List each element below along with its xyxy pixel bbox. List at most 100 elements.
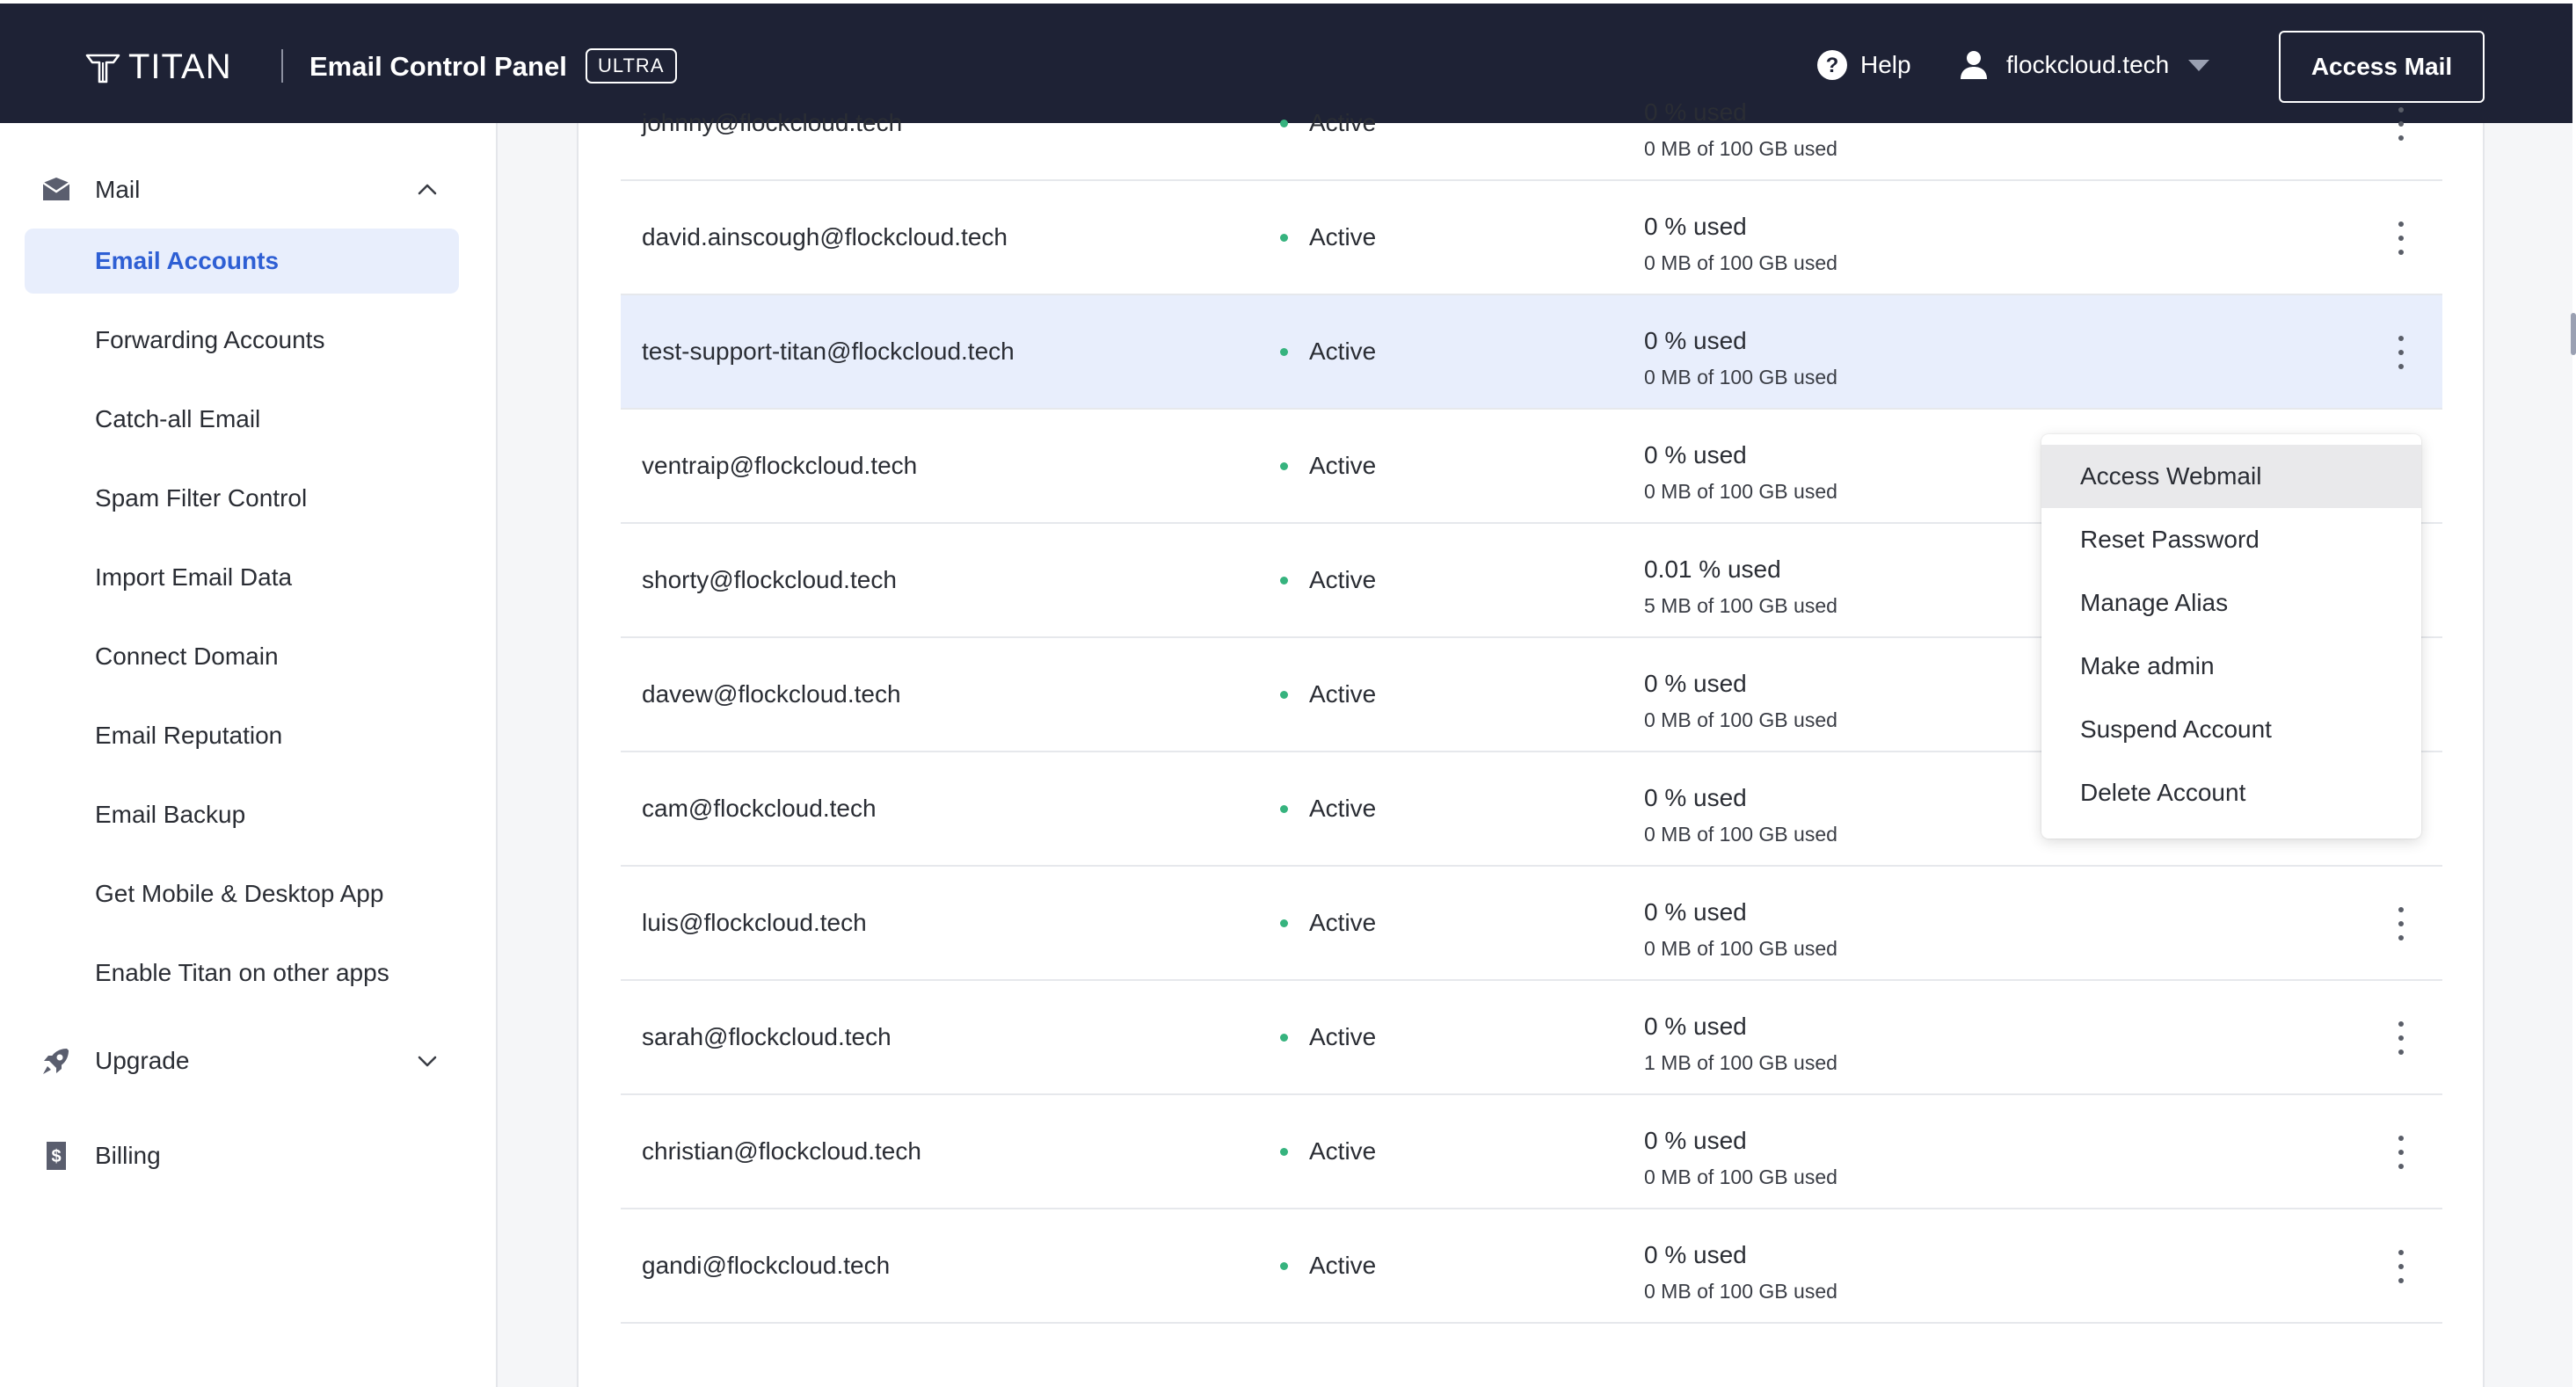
more-options-icon[interactable]: [2391, 221, 2411, 255]
account-email: johnny@flockcloud.tech: [642, 109, 903, 136]
titan-logo-icon: [85, 54, 120, 83]
account-email: christian@flockcloud.tech: [642, 1137, 921, 1165]
sidebar-item-label: Connect Domain: [95, 643, 279, 670]
sidebar-item-label: Email Reputation: [95, 722, 283, 749]
window-edge: [2572, 0, 2576, 1387]
status-badge: Active: [1280, 295, 1376, 408]
menu-item-access-webmail[interactable]: Access Webmail: [2041, 445, 2421, 508]
usage-percent: 0 % used: [1644, 213, 1747, 240]
sidebar-item-get-apps[interactable]: Get Mobile & Desktop App: [25, 861, 459, 926]
account-email: shorty@flockcloud.tech: [642, 566, 897, 593]
header-divider: [281, 49, 283, 83]
usage-detail: 0 MB of 100 GB used: [1644, 1166, 1837, 1188]
status-dot-icon: [1280, 1033, 1288, 1042]
status-badge: Active: [1280, 638, 1376, 751]
account-email: luis@flockcloud.tech: [642, 909, 867, 936]
status-badge: Active: [1280, 1209, 1376, 1322]
svg-text:$: $: [51, 1147, 61, 1166]
usage-percent: 0 % used: [1644, 327, 1747, 354]
table-row[interactable]: sarah@flockcloud.tech Active 0 % used 1 …: [621, 981, 2442, 1095]
mail-icon: [42, 178, 70, 200]
more-options-icon[interactable]: [2391, 907, 2411, 940]
sidebar-item-enable-titan-other-apps[interactable]: Enable Titan on other apps: [25, 940, 459, 1006]
menu-item-reset-password[interactable]: Reset Password: [2041, 508, 2421, 571]
usage-detail: 0 MB of 100 GB used: [1644, 137, 1837, 160]
table-row[interactable]: david.ainscough@flockcloud.tech Active 0…: [621, 181, 2442, 295]
sidebar-item-email-backup[interactable]: Email Backup: [25, 782, 459, 847]
menu-item-make-admin[interactable]: Make admin: [2041, 635, 2421, 698]
usage-detail: 0 MB of 100 GB used: [1644, 251, 1837, 274]
table-row[interactable]: luis@flockcloud.tech Active 0 % used 0 M…: [621, 867, 2442, 981]
status-dot-icon: [1280, 919, 1288, 927]
sidebar-item-label: Forwarding Accounts: [95, 326, 325, 353]
menu-item-manage-alias[interactable]: Manage Alias: [2041, 571, 2421, 635]
usage-percent: 0 % used: [1644, 1241, 1747, 1268]
usage-detail: 1 MB of 100 GB used: [1644, 1051, 1837, 1074]
scrollbar-thumb[interactable]: [2571, 313, 2576, 355]
status-badge: Active: [1280, 867, 1376, 979]
sidebar-item-label: Email Backup: [95, 801, 246, 828]
status-dot-icon: [1280, 690, 1288, 699]
usage-percent: 0 % used: [1644, 98, 1747, 126]
sidebar-group-mail[interactable]: Mail: [0, 155, 498, 225]
titan-logo[interactable]: TITAN: [84, 47, 232, 87]
status-dot-icon: [1280, 347, 1288, 356]
account-actions-menu: Access Webmail Reset Password Manage Ali…: [2041, 434, 2421, 839]
status-dot-icon: [1280, 576, 1288, 585]
sidebar-item-label: Spam Filter Control: [95, 484, 308, 512]
usage-detail: 0 MB of 100 GB used: [1644, 1280, 1837, 1303]
billing-icon: $: [47, 1142, 66, 1170]
status-dot-icon: [1280, 233, 1288, 242]
sidebar-item-label: Import Email Data: [95, 563, 293, 591]
status-badge: Active: [1280, 181, 1376, 294]
sidebar-item-label: Get Mobile & Desktop App: [95, 880, 384, 907]
table-row[interactable]: christian@flockcloud.tech Active 0 % use…: [621, 1095, 2442, 1209]
status-badge: Active: [1280, 410, 1376, 522]
account-email: gandi@flockcloud.tech: [642, 1252, 891, 1279]
sidebar-item-email-reputation[interactable]: Email Reputation: [25, 703, 459, 768]
table-row[interactable]: gandi@flockcloud.tech Active 0 % used 0 …: [621, 1209, 2442, 1324]
sidebar-group-billing-label: Billing: [95, 1142, 161, 1169]
usage-percent: 0 % used: [1644, 898, 1747, 926]
usage-detail: 0 MB of 100 GB used: [1644, 937, 1837, 960]
sidebar-item-connect-domain[interactable]: Connect Domain: [25, 624, 459, 689]
usage-detail: 5 MB of 100 GB used: [1644, 594, 1837, 617]
chevron-up-icon[interactable]: [417, 179, 438, 200]
status-badge: Active: [1280, 1095, 1376, 1208]
sidebar-item-label: Enable Titan on other apps: [95, 959, 389, 986]
status-badge: Active: [1280, 67, 1376, 179]
sidebar-item-catch-all-email[interactable]: Catch-all Email: [25, 387, 459, 452]
more-options-icon[interactable]: [2391, 1136, 2411, 1169]
sidebar-group-billing[interactable]: $ Billing: [0, 1121, 498, 1191]
table-row[interactable]: test-support-titan@flockcloud.tech Activ…: [621, 295, 2442, 410]
usage-detail: 0 MB of 100 GB used: [1644, 823, 1837, 846]
more-options-icon[interactable]: [2391, 336, 2411, 369]
table-row[interactable]: johnny@flockcloud.tech Active 0 % used 0…: [621, 67, 2442, 181]
status-dot-icon: [1280, 119, 1288, 127]
sidebar-group-upgrade[interactable]: Upgrade: [0, 1026, 498, 1096]
status-dot-icon: [1280, 1147, 1288, 1156]
usage-detail: 0 MB of 100 GB used: [1644, 366, 1837, 389]
status-badge: Active: [1280, 752, 1376, 865]
menu-item-suspend-account[interactable]: Suspend Account: [2041, 698, 2421, 761]
sidebar-group-mail-label: Mail: [95, 176, 141, 203]
status-dot-icon: [1280, 804, 1288, 813]
menu-item-delete-account[interactable]: Delete Account: [2041, 761, 2421, 824]
account-email: davew@flockcloud.tech: [642, 680, 901, 708]
chevron-down-icon[interactable]: [417, 1050, 438, 1071]
account-email: david.ainscough@flockcloud.tech: [642, 223, 1008, 251]
more-options-icon[interactable]: [2391, 107, 2411, 141]
usage-percent: 0.01 % used: [1644, 556, 1781, 583]
usage-percent: 0 % used: [1644, 441, 1747, 468]
usage-percent: 0 % used: [1644, 1127, 1747, 1154]
sidebar-item-label: Email Accounts: [95, 247, 280, 274]
status-dot-icon: [1280, 461, 1288, 470]
sidebar-item-import-email-data[interactable]: Import Email Data: [25, 545, 459, 610]
sidebar-item-forwarding-accounts[interactable]: Forwarding Accounts: [25, 308, 459, 373]
more-options-icon[interactable]: [2391, 1250, 2411, 1283]
more-options-icon[interactable]: [2391, 1021, 2411, 1055]
usage-percent: 0 % used: [1644, 784, 1747, 811]
brand-name: TITAN: [128, 47, 232, 86]
sidebar-item-spam-filter-control[interactable]: Spam Filter Control: [25, 466, 459, 531]
sidebar-item-email-accounts[interactable]: Email Accounts: [25, 229, 459, 294]
